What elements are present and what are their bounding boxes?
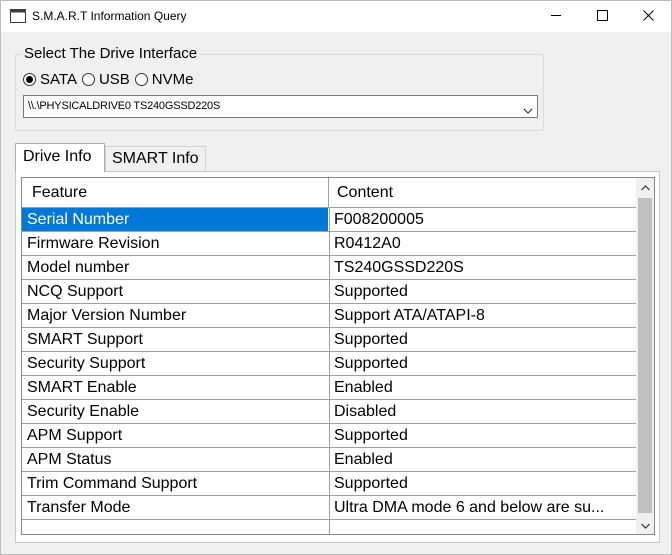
scroll-down-button[interactable] [636,516,654,534]
column-header-feature[interactable]: Feature [22,178,329,208]
table-row[interactable]: Transfer Mode Ultra DMA mode 6 and below… [22,496,636,520]
chevron-down-icon[interactable] [523,102,533,120]
drive-select[interactable]: \\.\PHYSICALDRIVE0 TS240GSSD220S [23,95,538,118]
radio-nvme[interactable] [134,73,148,86]
chevron-up-icon [640,178,650,196]
app-window: S.M.A.R.T Information Query Select The D… [0,0,672,555]
feature-cell[interactable]: APM Status [22,448,328,471]
feature-cell[interactable]: Model number [22,256,328,279]
close-icon [642,8,654,26]
content-cell[interactable]: Supported [329,352,636,375]
radio-usb-label[interactable]: USB [99,71,130,88]
scroll-up-button[interactable] [636,178,654,196]
content-cell[interactable]: Disabled [329,400,636,423]
radio-sata[interactable] [23,73,36,86]
content-cell[interactable]: Supported [329,280,636,303]
maximize-icon [596,8,608,26]
window-title: S.M.A.R.T Information Query [32,9,187,23]
table-row[interactable]: Security Support Supported [22,352,636,376]
tab-smart-info[interactable]: SMART Info [105,146,206,171]
feature-cell[interactable]: Trim Command Support [22,472,328,495]
column-header-content[interactable]: Content [329,178,636,208]
feature-cell[interactable]: Security Support [22,352,328,375]
drive-interface-group [15,54,544,131]
chevron-down-icon [640,516,650,534]
minimize-button[interactable] [533,1,579,32]
feature-cell[interactable]: Firmware Revision [22,232,328,255]
feature-cell[interactable]: NCQ Support [22,280,328,303]
table-row[interactable]: Major Version Number Support ATA/ATAPI-8 [22,304,636,328]
grid-rows: Serial Number F008200005 Firmware Revisi… [22,208,636,534]
content-cell[interactable]: Support ATA/ATAPI-8 [329,304,636,327]
title-bar[interactable]: S.M.A.R.T Information Query [1,1,671,32]
feature-cell[interactable]: APM Support [22,424,328,447]
table-row[interactable]: SMART Support Supported [22,328,636,352]
radio-usb[interactable] [81,73,95,86]
tab-drive-info[interactable]: Drive Info [15,143,105,172]
table-row[interactable]: Security Enable Disabled [22,400,636,424]
interface-radio-group: SATA USB NVMe [23,71,198,88]
minimize-icon [550,8,562,26]
table-row[interactable]: NCQ Support Supported [22,280,636,304]
drive-info-grid[interactable]: Feature Content Serial Number F008200005… [21,177,655,535]
app-icon [10,9,26,23]
content-cell[interactable]: TS240GSSD220S [329,256,636,279]
table-row-empty[interactable] [22,520,636,534]
feature-cell[interactable]: SMART Enable [22,376,328,399]
feature-cell[interactable]: Serial Number [22,208,328,231]
table-row[interactable]: Firmware Revision R0412A0 [22,232,636,256]
drive-interface-legend: Select The Drive Interface [21,45,201,62]
table-row[interactable]: APM Support Supported [22,424,636,448]
radio-nvme-label[interactable]: NVMe [152,71,194,88]
vertical-scrollbar[interactable] [636,178,654,534]
close-button[interactable] [625,1,671,32]
content-cell[interactable]: Supported [329,328,636,351]
feature-cell[interactable]: Major Version Number [22,304,328,327]
column-divider [329,520,330,534]
table-row[interactable]: Serial Number F008200005 [22,208,636,232]
scrollbar-thumb[interactable] [638,198,652,513]
content-cell[interactable]: Supported [329,424,636,447]
table-row[interactable]: Trim Command Support Supported [22,472,636,496]
grid-header: Feature Content [22,178,636,208]
drive-select-value: \\.\PHYSICALDRIVE0 TS240GSSD220S [28,100,221,112]
table-row[interactable]: Model number TS240GSSD220S [22,256,636,280]
radio-selected-dot [26,76,33,83]
content-cell[interactable]: R0412A0 [329,232,636,255]
table-row[interactable]: SMART Enable Enabled [22,376,636,400]
radio-sata-label[interactable]: SATA [40,71,77,88]
maximize-button[interactable] [579,1,625,32]
table-row[interactable]: APM Status Enabled [22,448,636,472]
feature-cell[interactable]: Transfer Mode [22,496,328,519]
content-cell[interactable]: Ultra DMA mode 6 and below are su... [329,496,636,519]
content-cell[interactable]: Enabled [329,448,636,471]
feature-cell[interactable]: Security Enable [22,400,328,423]
feature-cell[interactable]: SMART Support [22,328,328,351]
content-cell[interactable]: Enabled [329,376,636,399]
content-cell[interactable]: Supported [329,472,636,495]
content-cell[interactable]: F008200005 [329,208,636,231]
